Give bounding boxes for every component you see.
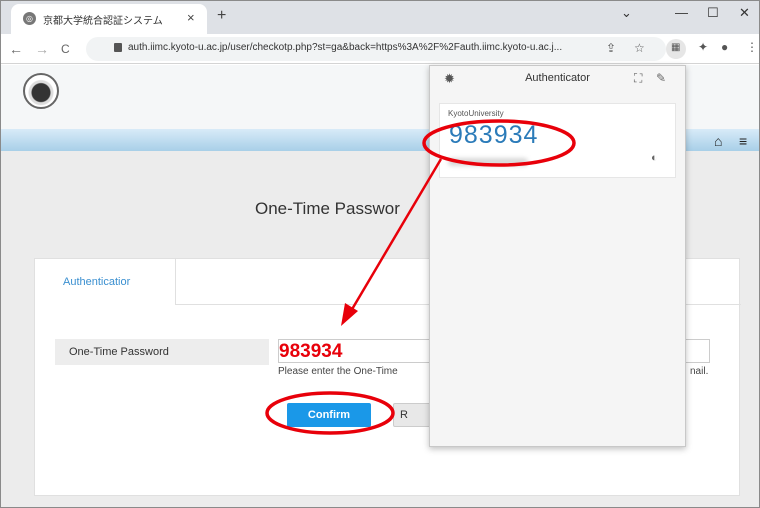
favicon-icon: ◎ (23, 12, 36, 25)
address-bar[interactable]: auth.iimc.kyoto-u.ac.jp/user/checkotp.ph… (86, 37, 666, 61)
new-tab-button[interactable]: + (217, 7, 226, 25)
tab-close-icon[interactable]: × (187, 10, 195, 25)
tab-title: 京都大学統合認証システム (43, 16, 163, 27)
home-icon[interactable]: ⌂ (714, 133, 722, 149)
menu-icon[interactable]: ⋮ (746, 40, 758, 54)
account-card[interactable]: KyotoUniversity 983934 ◐ (439, 103, 676, 178)
reset-button[interactable]: R (393, 403, 433, 427)
otp-field-label: One-Time Password (55, 339, 269, 365)
lock-icon (114, 43, 122, 52)
url-text: auth.iimc.kyoto-u.ac.jp/user/checkotp.ph… (128, 42, 563, 53)
forward-button[interactable]: → (35, 41, 49, 57)
otp-hint: Please enter the One-Time (278, 366, 398, 377)
authenticator-extension-icon[interactable]: ▦ (666, 39, 686, 59)
popup-header: ✹ Authenticator ⛶ ✎ (430, 66, 685, 92)
reload-button[interactable]: C (61, 42, 70, 56)
back-button[interactable]: ← (9, 41, 23, 57)
confirm-button[interactable]: Confirm (287, 403, 371, 427)
tab-strip: ◎ 京都大学統合認証システム × + ⌄ — ☐ ✕ (1, 1, 759, 34)
otp-hint-tail: nail. (690, 366, 709, 377)
account-name-redacted (448, 158, 528, 166)
scan-qr-icon[interactable]: ⛶ (634, 71, 642, 86)
tab-search-icon[interactable]: ⌄ (621, 5, 632, 21)
puzzle-icon[interactable]: ✦ (698, 40, 708, 54)
university-logo (23, 73, 59, 109)
browser-window: ◎ 京都大学統合認証システム × + ⌄ — ☐ ✕ ← → C auth.ii… (0, 0, 760, 508)
hamburger-menu-icon[interactable]: ≡ (739, 133, 747, 149)
browser-toolbar: ← → C auth.iimc.kyoto-u.ac.jp/user/check… (1, 34, 759, 64)
star-icon[interactable]: ☆ (634, 41, 645, 55)
countdown-icon: ◐ (651, 152, 658, 164)
minimize-button[interactable]: — (675, 5, 688, 20)
share-icon[interactable]: ⇪ (606, 41, 616, 55)
page-title: One-Time Passwor (255, 199, 400, 218)
authenticator-popup: ✹ Authenticator ⛶ ✎ KyotoUniversity 9839… (429, 65, 686, 447)
pencil-icon[interactable]: ✎ (656, 71, 666, 85)
annotation-typed-code: 983934 (279, 341, 343, 362)
account-issuer: KyotoUniversity (448, 109, 504, 118)
qr-icon: ▦ (671, 42, 681, 53)
popup-title: Authenticator (525, 72, 590, 84)
tab-authenticator[interactable]: Authenticatior (35, 259, 176, 305)
close-window-button[interactable]: ✕ (739, 5, 750, 21)
profile-icon[interactable]: ● (721, 40, 728, 54)
browser-tab[interactable]: ◎ 京都大学統合認証システム × (11, 4, 207, 34)
otp-code[interactable]: 983934 (449, 121, 538, 150)
maximize-button[interactable]: ☐ (707, 5, 719, 21)
